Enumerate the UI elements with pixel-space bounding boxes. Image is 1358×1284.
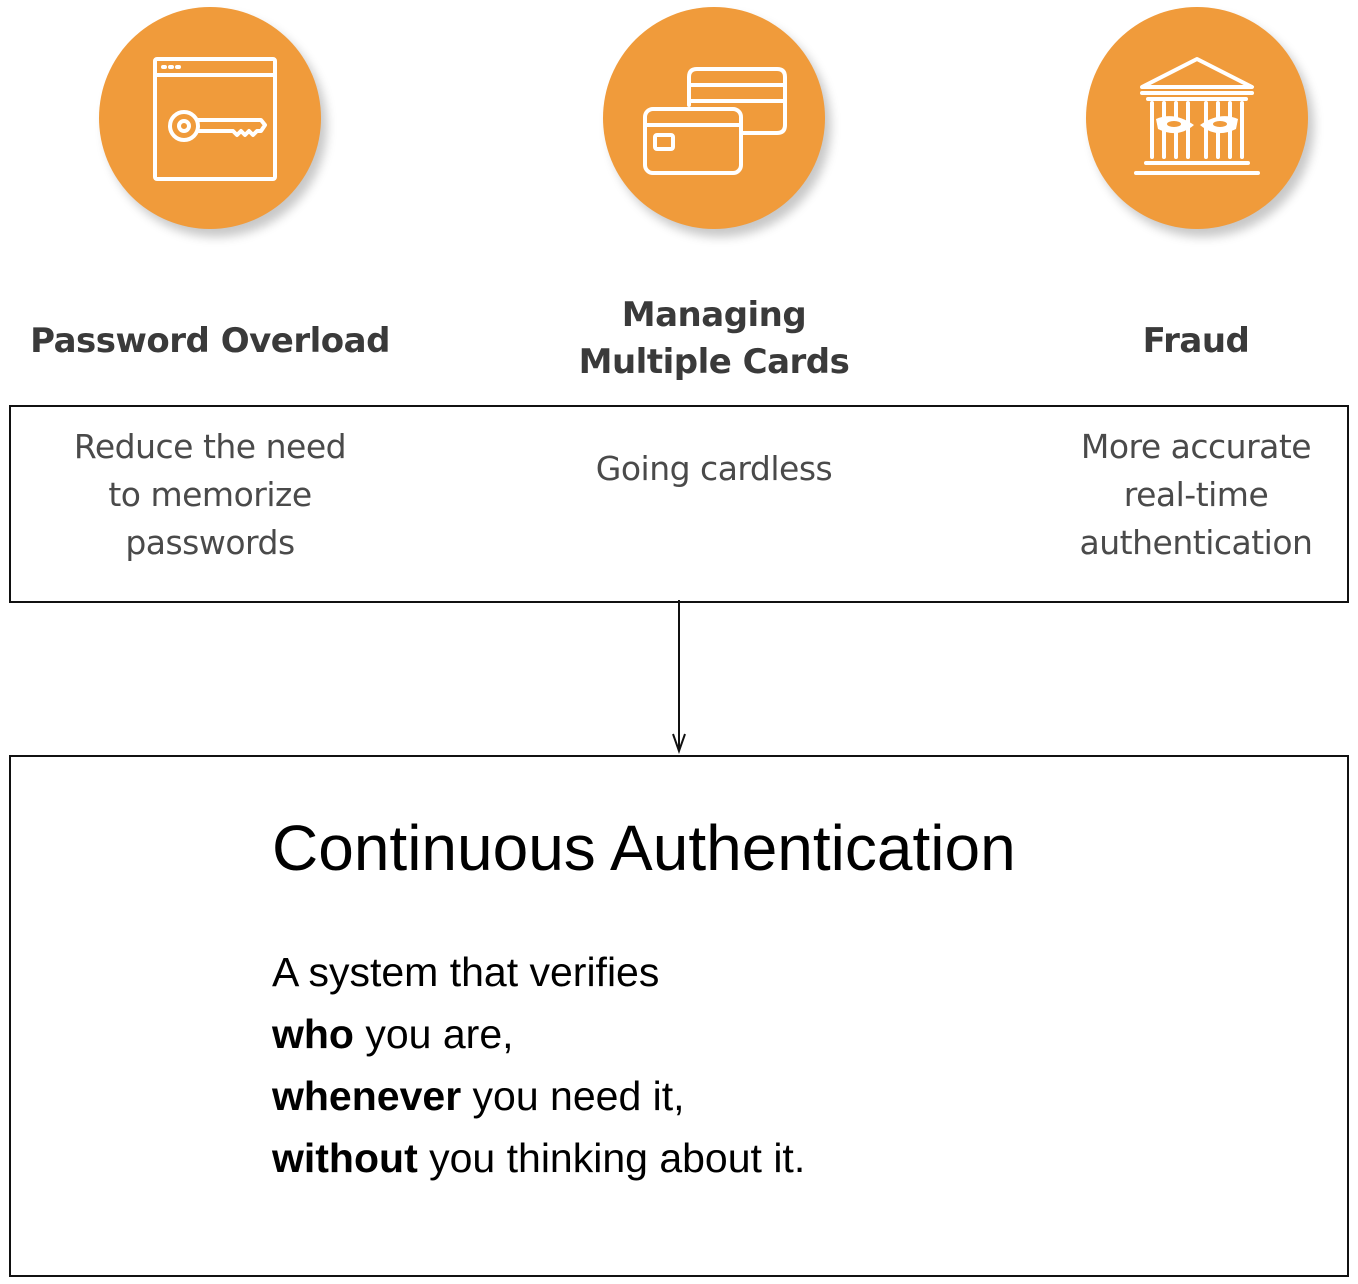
multiple-cards-icon-circle [603, 7, 825, 229]
heading-password-overload: Password Overload [30, 321, 390, 361]
password-overload-icon-circle [99, 7, 321, 229]
solution-title: Continuous Authentication [272, 812, 1016, 884]
benefit-managing-multiple-cards: Going cardless [595, 449, 833, 488]
credit-cards-icon [643, 67, 787, 175]
benefit-password-overload: Reduce the need to memorize passwords [73, 427, 347, 562]
connector-arrow [672, 600, 686, 755]
heading-managing-multiple-cards: Managing Multiple Cards [578, 295, 850, 382]
benefit-fraud: More accurate real-time authentication [1079, 427, 1313, 562]
heading-fraud: Fraud [1142, 321, 1250, 361]
definition-line-3: whenever you need it, [272, 1073, 685, 1119]
fraud-icon-circle [1086, 7, 1308, 229]
bank-robber-mask-icon [1134, 57, 1260, 175]
definition-line-4: without you thinking about it. [272, 1135, 806, 1181]
definition-line-2: who you are, [272, 1011, 514, 1057]
password-window-key-icon [153, 57, 277, 181]
definition-line-1: A system that verifies [272, 949, 660, 995]
